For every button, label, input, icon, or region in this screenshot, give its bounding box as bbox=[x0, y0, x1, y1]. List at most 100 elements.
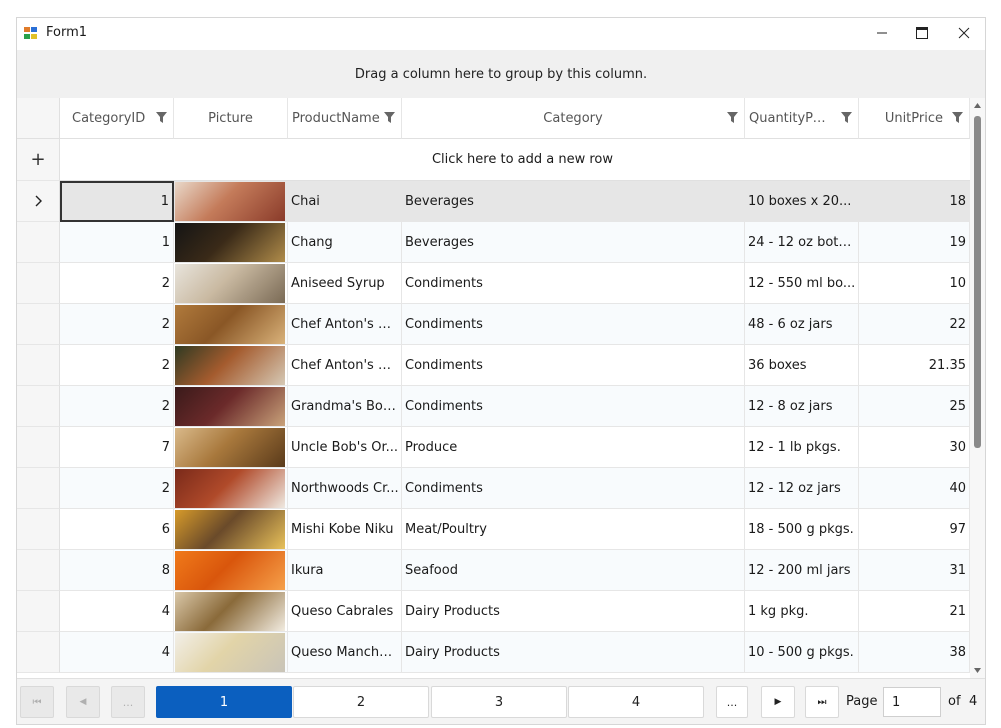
cell-quantity[interactable]: 10 - 500 g pkgs. bbox=[745, 632, 859, 673]
cell-unit-price[interactable]: 18 bbox=[859, 181, 970, 222]
cell-category-id[interactable]: 1 bbox=[60, 222, 174, 263]
cell-category-id[interactable]: 2 bbox=[60, 263, 174, 304]
last-page-button[interactable]: ⏭ bbox=[805, 686, 839, 718]
add-new-row[interactable]: Click here to add a new row bbox=[60, 139, 985, 181]
cell-category[interactable]: Dairy Products bbox=[402, 632, 745, 673]
column-header-category-id[interactable]: CategoryID bbox=[60, 98, 174, 139]
filter-icon[interactable] bbox=[951, 111, 964, 124]
cell-picture[interactable] bbox=[174, 468, 288, 509]
cell-category-id[interactable]: 8 bbox=[60, 550, 174, 591]
cell-picture[interactable] bbox=[174, 427, 288, 468]
cell-category-id[interactable]: 2 bbox=[60, 468, 174, 509]
column-header-category[interactable]: Category bbox=[402, 98, 745, 139]
minimize-button[interactable] bbox=[862, 18, 902, 48]
cell-quantity[interactable]: 12 - 1 lb pkgs. bbox=[745, 427, 859, 468]
cell-unit-price[interactable]: 30 bbox=[859, 427, 970, 468]
scroll-down-icon[interactable] bbox=[970, 664, 985, 676]
cell-unit-price[interactable]: 19 bbox=[859, 222, 970, 263]
page-button-1[interactable]: 1 bbox=[156, 686, 292, 718]
new-row-indicator[interactable]: + bbox=[17, 139, 60, 181]
row-indicator[interactable] bbox=[17, 427, 60, 468]
scroll-thumb[interactable] bbox=[974, 116, 981, 448]
cell-category-id[interactable]: 2 bbox=[60, 345, 174, 386]
cell-unit-price[interactable]: 97 bbox=[859, 509, 970, 550]
next-pages-button[interactable]: ... bbox=[716, 686, 748, 718]
cell-unit-price[interactable]: 22 bbox=[859, 304, 970, 345]
cell-unit-price[interactable]: 40 bbox=[859, 468, 970, 509]
prev-page-button[interactable]: ◀ bbox=[66, 686, 100, 718]
cell-unit-price[interactable]: 31 bbox=[859, 550, 970, 591]
cell-product-name[interactable]: Aniseed Syrup bbox=[288, 263, 402, 304]
column-header-unit-price[interactable]: UnitPrice bbox=[859, 98, 970, 139]
cell-product-name[interactable]: Chang bbox=[288, 222, 402, 263]
cell-product-name[interactable]: Queso Cabrales bbox=[288, 591, 402, 632]
filter-icon[interactable] bbox=[155, 111, 168, 124]
cell-category-id[interactable]: 2 bbox=[60, 304, 174, 345]
row-indicator[interactable] bbox=[17, 468, 60, 509]
cell-category[interactable]: Beverages bbox=[402, 222, 745, 263]
cell-category[interactable]: Condiments bbox=[402, 304, 745, 345]
first-page-button[interactable]: ⏮ bbox=[20, 686, 54, 718]
row-indicator[interactable] bbox=[17, 345, 60, 386]
cell-category-id[interactable]: 4 bbox=[60, 591, 174, 632]
cell-quantity[interactable]: 12 - 12 oz jars bbox=[745, 468, 859, 509]
cell-product-name[interactable]: Ikura bbox=[288, 550, 402, 591]
row-indicator[interactable] bbox=[17, 263, 60, 304]
filter-icon[interactable] bbox=[840, 111, 853, 124]
page-number-input[interactable]: 1 bbox=[883, 687, 941, 717]
cell-category[interactable]: Meat/Poultry bbox=[402, 509, 745, 550]
row-indicator[interactable] bbox=[17, 591, 60, 632]
cell-picture[interactable] bbox=[174, 345, 288, 386]
cell-unit-price[interactable]: 10 bbox=[859, 263, 970, 304]
cell-product-name[interactable]: Uncle Bob's Or... bbox=[288, 427, 402, 468]
cell-category[interactable]: Dairy Products bbox=[402, 591, 745, 632]
cell-picture[interactable] bbox=[174, 509, 288, 550]
row-indicator[interactable] bbox=[17, 304, 60, 345]
cell-quantity[interactable]: 12 - 550 ml bo... bbox=[745, 263, 859, 304]
cell-picture[interactable] bbox=[174, 591, 288, 632]
vertical-scrollbar[interactable] bbox=[970, 98, 985, 678]
cell-category[interactable]: Condiments bbox=[402, 468, 745, 509]
column-header-picture[interactable]: Picture bbox=[174, 98, 288, 139]
cell-quantity[interactable]: 18 - 500 g pkgs. bbox=[745, 509, 859, 550]
close-button[interactable] bbox=[944, 18, 984, 48]
next-page-button[interactable]: ▶ bbox=[761, 686, 795, 718]
cell-quantity[interactable]: 12 - 8 oz jars bbox=[745, 386, 859, 427]
cell-quantity[interactable]: 24 - 12 oz bottl... bbox=[745, 222, 859, 263]
cell-unit-price[interactable]: 21 bbox=[859, 591, 970, 632]
cell-category[interactable]: Condiments bbox=[402, 386, 745, 427]
cell-picture[interactable] bbox=[174, 222, 288, 263]
cell-product-name[interactable]: Queso Manche... bbox=[288, 632, 402, 673]
cell-quantity[interactable]: 1 kg pkg. bbox=[745, 591, 859, 632]
cell-category[interactable]: Produce bbox=[402, 427, 745, 468]
cell-category-id[interactable]: 1 bbox=[60, 181, 174, 222]
row-indicator[interactable] bbox=[17, 632, 60, 673]
row-indicator[interactable] bbox=[17, 181, 60, 222]
cell-category-id[interactable]: 6 bbox=[60, 509, 174, 550]
cell-quantity[interactable]: 10 boxes x 20... bbox=[745, 181, 859, 222]
group-by-panel[interactable]: Drag a column here to group by this colu… bbox=[17, 50, 985, 98]
cell-product-name[interactable]: Grandma's Boy... bbox=[288, 386, 402, 427]
prev-pages-button[interactable]: ... bbox=[111, 686, 145, 718]
cell-product-name[interactable]: Chef Anton's G... bbox=[288, 345, 402, 386]
cell-category-id[interactable]: 2 bbox=[60, 386, 174, 427]
cell-category[interactable]: Condiments bbox=[402, 263, 745, 304]
row-indicator[interactable] bbox=[17, 509, 60, 550]
row-indicator[interactable] bbox=[17, 222, 60, 263]
cell-product-name[interactable]: Mishi Kobe Niku bbox=[288, 509, 402, 550]
cell-picture[interactable] bbox=[174, 632, 288, 673]
cell-product-name[interactable]: Chef Anton's C... bbox=[288, 304, 402, 345]
column-header-quantity[interactable]: QuantityPer... bbox=[745, 98, 859, 139]
page-button-3[interactable]: 3 bbox=[431, 686, 567, 718]
cell-picture[interactable] bbox=[174, 304, 288, 345]
maximize-button[interactable] bbox=[902, 18, 942, 48]
row-indicator[interactable] bbox=[17, 550, 60, 591]
cell-picture[interactable] bbox=[174, 263, 288, 304]
filter-icon[interactable] bbox=[383, 111, 396, 124]
cell-quantity[interactable]: 12 - 200 ml jars bbox=[745, 550, 859, 591]
column-header-product-name[interactable]: ProductName bbox=[288, 98, 402, 139]
cell-unit-price[interactable]: 38 bbox=[859, 632, 970, 673]
cell-picture[interactable] bbox=[174, 181, 288, 222]
filter-icon[interactable] bbox=[726, 111, 739, 124]
cell-category[interactable]: Seafood bbox=[402, 550, 745, 591]
